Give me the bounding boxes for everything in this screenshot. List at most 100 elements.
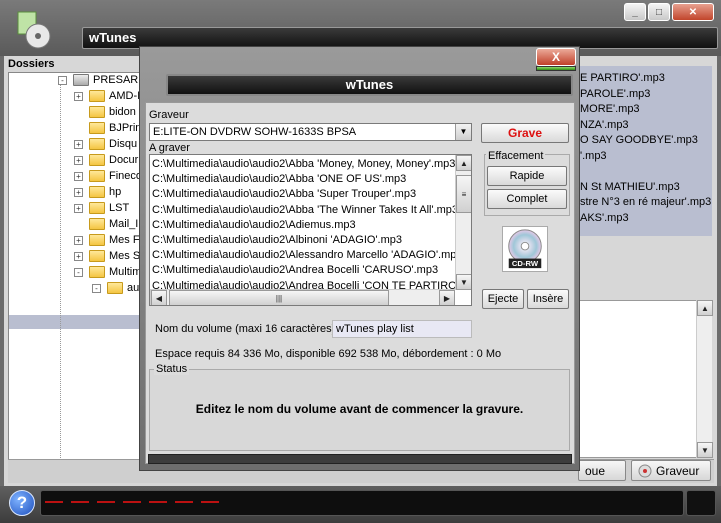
scroll-right-icon[interactable]: ▶ [439, 290, 455, 305]
volume-label: Nom du volume (maxi 16 caractères) [155, 323, 336, 335]
lower-panel[interactable] [578, 300, 712, 458]
scroll-down-icon[interactable]: ▼ [456, 274, 471, 290]
ejecte-button[interactable]: Ejecte [482, 289, 524, 309]
burn-file-item[interactable]: C:\Multimedia\audio\audio2\Andrea Bocell… [152, 263, 438, 278]
complet-button[interactable]: Complet [487, 189, 567, 209]
minimize-button[interactable]: _ [624, 3, 646, 21]
list-item[interactable]: O SAY GOODBYE'.mp3 [580, 134, 698, 146]
chevron-down-icon[interactable]: ▼ [455, 124, 471, 140]
list-item[interactable]: MORE'.mp3 [580, 103, 640, 115]
folder-icon [89, 234, 105, 246]
list-item[interactable]: stre N°3 en ré majeur'.mp3 [580, 196, 711, 208]
tree-item[interactable]: + Mes F [74, 232, 140, 248]
burn-file-item[interactable]: C:\Multimedia\audio\audio2\Adiemus.mp3 [152, 218, 356, 233]
tree-item-label: AMD-I [109, 90, 141, 102]
disc-icon [638, 464, 652, 477]
burn-list-hscroll[interactable]: ◀ ||| ▶ [150, 289, 455, 305]
burn-file-item[interactable]: C:\Multimedia\audio\audio2\Abba 'Money, … [152, 157, 455, 172]
folder-icon [89, 106, 105, 118]
burn-file-item[interactable]: C:\Multimedia\audio\audio2\Abba 'The Win… [152, 203, 458, 218]
tree-item[interactable]: + LST [74, 200, 129, 216]
burn-file-item[interactable]: C:\Multimedia\audio\audio2\Albinoni 'ADA… [152, 233, 402, 248]
status-display [40, 490, 684, 516]
tab-graveur[interactable]: Graveur [631, 460, 711, 481]
insere-button[interactable]: Insère [527, 289, 569, 309]
tree-item[interactable]: bidon [74, 104, 136, 120]
folder-icon [89, 170, 105, 182]
folder-icon [107, 282, 123, 294]
burn-file-item[interactable]: C:\Multimedia\audio\audio2\Abba 'Super T… [152, 187, 416, 202]
tree-item[interactable]: Mail_I [74, 216, 138, 232]
scroll-up-icon[interactable]: ▲ [697, 300, 713, 316]
tree-item[interactable]: - au [92, 280, 139, 296]
expand-icon[interactable]: + [74, 155, 83, 165]
volume-name-input[interactable] [332, 320, 472, 338]
drive-select[interactable]: E:LITE-ON DVDRW SOHW-1633S BPSA ▼ [149, 123, 472, 141]
expand-icon[interactable]: + [74, 235, 83, 245]
status-led-strip [45, 501, 225, 503]
list-item[interactable]: N St MATHIEU'.mp3 [580, 181, 680, 193]
tree-item[interactable]: - Multim [74, 264, 141, 280]
burn-file-item[interactable]: C:\Multimedia\audio\audio2\Abba 'ONE OF … [152, 172, 406, 187]
dialog-title: wTunes [166, 74, 573, 96]
close-button[interactable]: ✕ [672, 3, 714, 21]
expand-icon[interactable]: + [74, 91, 83, 101]
tree-item-label: hp [109, 186, 122, 198]
tree-item[interactable]: + Fineco [74, 168, 142, 184]
tree-item[interactable]: + Mes S [74, 248, 140, 264]
burn-list-vscroll[interactable]: ▲ ≡ ▼ [455, 155, 471, 290]
expand-icon[interactable]: + [74, 139, 83, 149]
scroll-down-icon[interactable]: ▼ [697, 442, 713, 458]
expand-icon[interactable]: + [74, 251, 83, 261]
tab-partial-label: oue [585, 463, 606, 478]
hscroll-thumb[interactable]: ||| [169, 290, 389, 305]
graveur-label: Graveur [149, 109, 189, 121]
drive-icon [73, 74, 89, 86]
collapse-icon[interactable]: - [74, 267, 83, 277]
burn-file-item[interactable]: C:\Multimedia\audio\audio2\Alessandro Ma… [152, 248, 463, 263]
tree-item-label: Multim [109, 266, 142, 278]
expand-icon[interactable]: + [74, 187, 83, 197]
rapide-button[interactable]: Rapide [487, 166, 567, 186]
expand-icon[interactable]: + [74, 203, 83, 213]
folder-icon [89, 202, 105, 214]
collapse-icon[interactable]: - [58, 75, 67, 85]
scroll-left-icon[interactable]: ◀ [151, 290, 167, 305]
folder-icon [89, 218, 105, 230]
tree-item[interactable]: + AMD-I [74, 88, 140, 104]
list-item[interactable]: PAROLE'.mp3 [580, 88, 650, 100]
tree-item-label: LST [109, 202, 130, 214]
scroll-thumb[interactable]: ≡ [456, 175, 471, 213]
maximize-button[interactable]: □ [648, 3, 670, 21]
tree-item[interactable]: - PRESARI [58, 72, 141, 88]
tab-partial[interactable]: oue [578, 460, 626, 481]
list-item[interactable]: NZA'.mp3 [580, 119, 629, 131]
tree-item-label: au [127, 282, 140, 294]
dialog-close-button[interactable]: X [536, 48, 576, 66]
tree-item[interactable]: BJPrin [74, 120, 141, 136]
tree-item-label: Docur [109, 154, 139, 166]
expand-icon[interactable]: + [74, 171, 83, 181]
tree-item[interactable]: + Docur [74, 152, 138, 168]
list-item[interactable]: AKS'.mp3 [580, 212, 629, 224]
collapse-icon[interactable]: - [92, 283, 101, 293]
tree-item-label: Disqu [109, 138, 138, 150]
burn-file-list[interactable]: C:\Multimedia\audio\audio2\Abba 'Money, … [149, 154, 472, 306]
tree-item[interactable]: + hp [74, 184, 121, 200]
help-icon[interactable]: ? [9, 490, 35, 516]
drive-select-value: E:LITE-ON DVDRW SOHW-1633S BPSA [153, 126, 357, 138]
lower-scrollbar[interactable]: ▲ ▼ [696, 300, 713, 458]
grave-button[interactable]: Grave [481, 123, 569, 143]
effacement-label: Effacement [486, 150, 546, 162]
folder-icon [89, 122, 105, 134]
window-controls: _ □ ✕ [624, 3, 716, 21]
tree-item[interactable]: + Disqu [74, 136, 137, 152]
list-item[interactable]: E PARTIRO'.mp3 [580, 72, 665, 84]
folder-icon [89, 138, 105, 150]
folder-icon [89, 154, 105, 166]
scroll-up-icon[interactable]: ▲ [456, 155, 471, 171]
list-item[interactable]: '.mp3 [580, 150, 607, 162]
tab-graveur-label: Graveur [656, 463, 700, 478]
tree-item-label: Mes S [109, 250, 141, 262]
folder-icon [89, 186, 105, 198]
